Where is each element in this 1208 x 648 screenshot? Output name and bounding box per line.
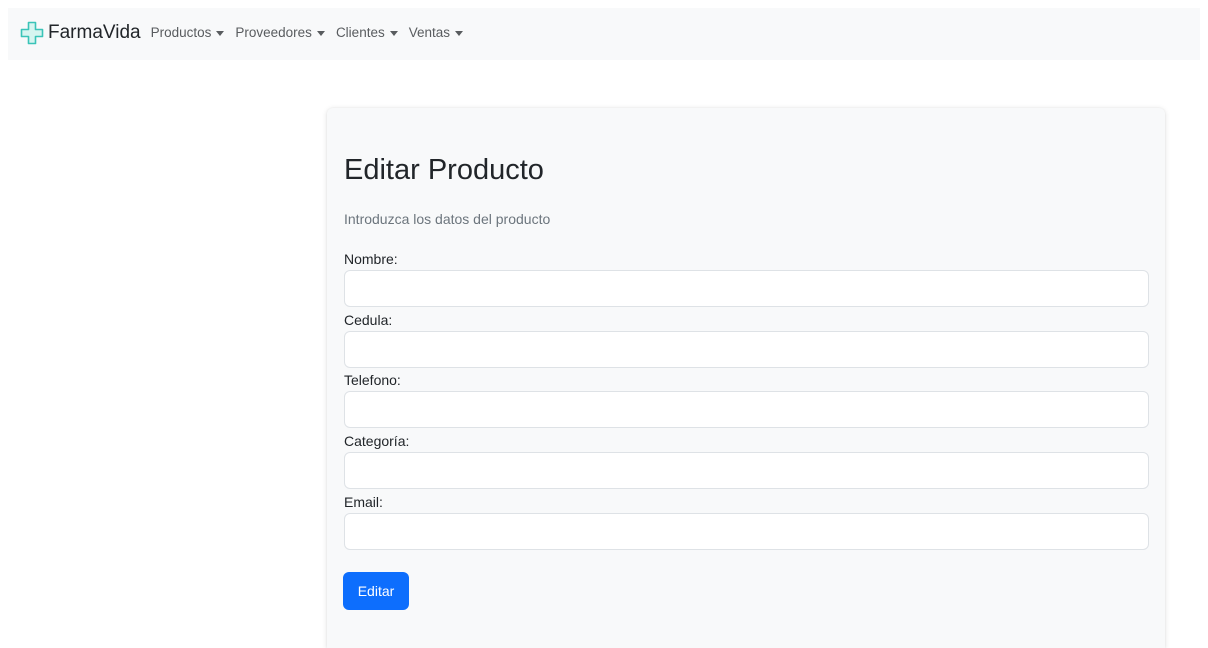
caret-down-icon	[316, 31, 325, 36]
telefono-label: Telefono:	[344, 372, 401, 388]
cedula-input[interactable]	[344, 331, 1149, 368]
cedula-label: Cedula:	[344, 312, 393, 328]
nav-item-label: Proveedores	[235, 25, 312, 40]
medical-cross-icon	[20, 21, 44, 45]
telefono-input[interactable]	[344, 391, 1149, 428]
page-title: Editar Producto	[344, 154, 544, 186]
caret-down-icon	[455, 31, 464, 36]
navbar: FarmaVida Productos Proveedores Clientes…	[8, 8, 1200, 60]
nav-item-label: Clientes	[335, 25, 385, 40]
edit-product-card: Editar Producto Introduzca los datos del…	[327, 108, 1165, 648]
categoria-label: Categoría:	[344, 433, 410, 449]
telefono-field: Telefono:	[344, 371, 1149, 428]
cedula-field: Cedula:	[344, 311, 1149, 368]
email-label: Email:	[344, 494, 383, 510]
nav-menu: Productos Proveedores Clientes Ventas	[151, 24, 474, 42]
categoria-input[interactable]	[344, 452, 1149, 489]
nombre-input[interactable]	[344, 270, 1149, 307]
nav-item-label: Ventas	[408, 25, 451, 40]
nav-item-ventas[interactable]: Ventas	[408, 24, 464, 42]
editar-button[interactable]: Editar	[343, 572, 409, 610]
caret-down-icon	[389, 31, 398, 36]
nav-item-productos[interactable]: Productos	[151, 24, 225, 42]
nav-item-label: Productos	[150, 25, 212, 40]
nombre-field: Nombre:	[344, 250, 1149, 307]
nav-item-proveedores[interactable]: Proveedores	[235, 24, 325, 42]
nav-item-clientes[interactable]: Clientes	[336, 24, 398, 42]
brand-name: FarmaVida	[48, 22, 141, 43]
nombre-label: Nombre:	[344, 251, 398, 267]
brand-link[interactable]: FarmaVida	[20, 21, 141, 45]
caret-down-icon	[216, 31, 225, 36]
email-input[interactable]	[344, 513, 1149, 550]
categoria-field: Categoría:	[344, 432, 1149, 489]
email-field: Email:	[344, 493, 1149, 550]
form-subtitle: Introduzca los datos del producto	[344, 211, 551, 227]
